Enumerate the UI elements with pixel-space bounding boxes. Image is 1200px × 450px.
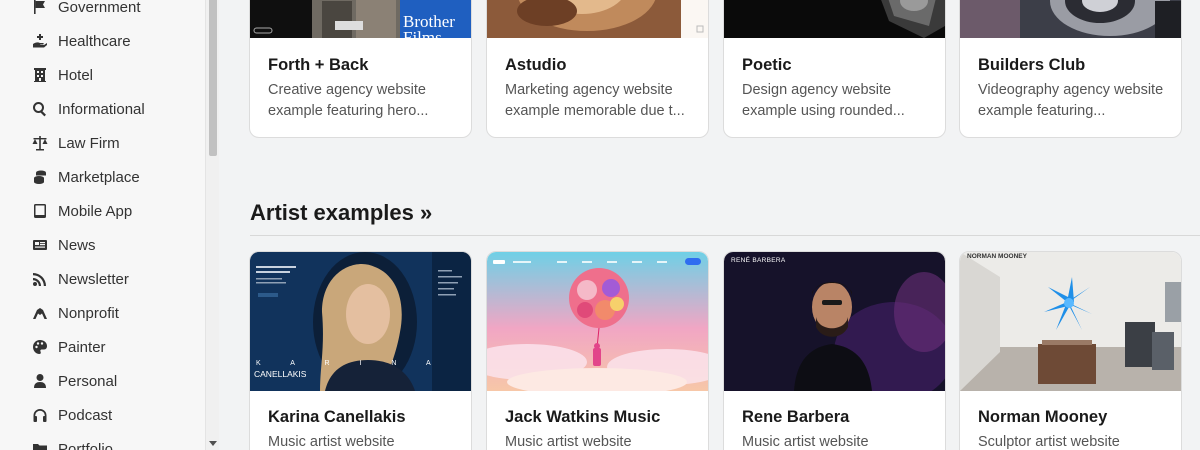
card-title: Karina Canellakis	[268, 408, 406, 426]
user-icon	[31, 372, 49, 390]
artist-examples-heading-link[interactable]: Artist examples »	[250, 200, 432, 226]
card-thumbnail-text: RENÉ BARBERA	[731, 257, 786, 264]
sidebar-item-personal[interactable]: Personal	[0, 364, 205, 398]
card-thumbnail: K A R I N A CANELLAKIS	[250, 252, 471, 391]
main-content: Brother Films Forth + Back Creative agen…	[219, 0, 1200, 450]
sidebar-item-label: Government	[58, 0, 141, 16]
sidebar-item-law-firm[interactable]: Law Firm	[0, 126, 205, 160]
card-title: Norman Mooney	[978, 408, 1108, 426]
card-description: Videography agency website example featu…	[978, 82, 1164, 119]
sidebar-item-label: Marketplace	[58, 168, 140, 186]
hand-holding-medical-icon	[31, 32, 49, 50]
card-description: Music artist website	[505, 434, 632, 450]
flag-icon	[31, 0, 49, 16]
sidebar-item-label: News	[58, 236, 96, 254]
card-description: Design agency website example using roun…	[742, 82, 905, 119]
sidebar-item-label: Personal	[58, 372, 118, 390]
sidebar-item-nonprofit[interactable]: Nonprofit	[0, 296, 205, 330]
sidebar-item-news[interactable]: News	[0, 228, 205, 262]
card-description: Sculptor artist website	[978, 434, 1120, 450]
example-card-builders-club[interactable]: Builders Club Videography agency website…	[959, 0, 1182, 138]
scrollbar-thumb[interactable]	[209, 0, 217, 156]
example-card-norman-mooney[interactable]: NORMAN MOONEY Norman Mooney Sculptor art…	[959, 251, 1182, 450]
sidebar-item-healthcare[interactable]: Healthcare	[0, 24, 205, 58]
sidebar-item-label: Healthcare	[58, 32, 131, 50]
sidebar-item-informational[interactable]: Informational	[0, 92, 205, 126]
sidebar-item-podcast[interactable]: Podcast	[0, 398, 205, 432]
sidebar-item-label: Newsletter	[58, 270, 129, 288]
headphones-icon	[31, 406, 49, 424]
card-description: Music artist website	[268, 434, 395, 450]
sidebar-item-marketplace[interactable]: Marketplace	[0, 160, 205, 194]
sidebar-item-newsletter[interactable]: Newsletter	[0, 262, 205, 296]
card-thumbnail	[487, 252, 708, 391]
sidebar-item-portfolio[interactable]: Portfolio	[0, 432, 205, 450]
card-title: Astudio	[505, 56, 567, 74]
sidebar-item-label: Portfolio	[58, 440, 114, 450]
card-title: Poetic	[742, 56, 792, 74]
example-card-karina-canellakis[interactable]: K A R I N A CANELLAKIS Karina Canellakis…	[249, 251, 472, 450]
scroll-down-arrow-icon[interactable]	[209, 441, 217, 446]
card-thumbnail: NORMAN MOONEY	[960, 252, 1181, 391]
card-description: Creative agency website example featurin…	[268, 82, 429, 119]
sidebar-item-label: Hotel	[58, 66, 94, 84]
card-thumbnail-text: Brother Films	[403, 12, 455, 38]
palette-icon	[31, 338, 49, 356]
sidebar-item-label: Informational	[58, 100, 145, 118]
newspaper-icon	[31, 236, 49, 254]
sidebar-scrollbar[interactable]	[205, 0, 219, 450]
sidebar-item-label: Painter	[58, 338, 106, 356]
section-divider	[250, 235, 1200, 236]
card-thumbnail: RENÉ BARBERA	[724, 252, 945, 391]
card-thumbnail-text: CANELLAKIS	[254, 369, 307, 379]
sidebar-item-label: Law Firm	[58, 134, 120, 152]
coins-icon	[31, 168, 49, 186]
example-card-forth-back[interactable]: Brother Films Forth + Back Creative agen…	[249, 0, 472, 138]
card-title: Forth + Back	[268, 56, 369, 74]
example-card-astudio[interactable]: Astudio Marketing agency website example…	[486, 0, 709, 138]
example-card-rene-barbera[interactable]: RENÉ BARBERA Rene Barbera Music artist w…	[723, 251, 946, 450]
card-title: Rene Barbera	[742, 408, 850, 426]
card-thumbnail	[960, 0, 1181, 38]
hotel-icon	[31, 66, 49, 84]
sidebar-list: Government Healthcare Hotel Informationa…	[0, 0, 205, 450]
card-description: Music artist website	[742, 434, 869, 450]
example-card-poetic[interactable]: Poetic Design agency website example usi…	[723, 0, 946, 138]
card-description: Marketing agency website example memorab…	[505, 82, 685, 119]
sidebar: Government Healthcare Hotel Informationa…	[0, 0, 205, 450]
sidebar-item-label: Nonprofit	[58, 304, 119, 322]
sidebar-item-label: Mobile App	[58, 202, 133, 220]
example-card-jack-watkins-music[interactable]: Jack Watkins Music Music artist website	[486, 251, 709, 450]
card-title: Builders Club	[978, 56, 1086, 74]
sidebar-item-mobile-app[interactable]: Mobile App	[0, 194, 205, 228]
search-icon	[31, 100, 49, 118]
folder-icon	[31, 440, 49, 450]
card-thumbnail-text: K A R I N A	[256, 360, 445, 367]
hands-helping-icon	[31, 304, 49, 322]
sidebar-item-label: Podcast	[58, 406, 113, 424]
card-thumbnail: Brother Films	[250, 0, 471, 38]
card-thumbnail	[487, 0, 708, 38]
rss-icon	[31, 270, 49, 288]
scale-balance-icon	[31, 134, 49, 152]
sidebar-item-government[interactable]: Government	[0, 0, 205, 24]
card-thumbnail	[724, 0, 945, 38]
tablet-icon	[31, 202, 49, 220]
card-title: Jack Watkins Music	[505, 408, 661, 426]
card-thumbnail-text: NORMAN MOONEY	[967, 253, 1027, 260]
sidebar-item-hotel[interactable]: Hotel	[0, 58, 205, 92]
sidebar-item-painter[interactable]: Painter	[0, 330, 205, 364]
